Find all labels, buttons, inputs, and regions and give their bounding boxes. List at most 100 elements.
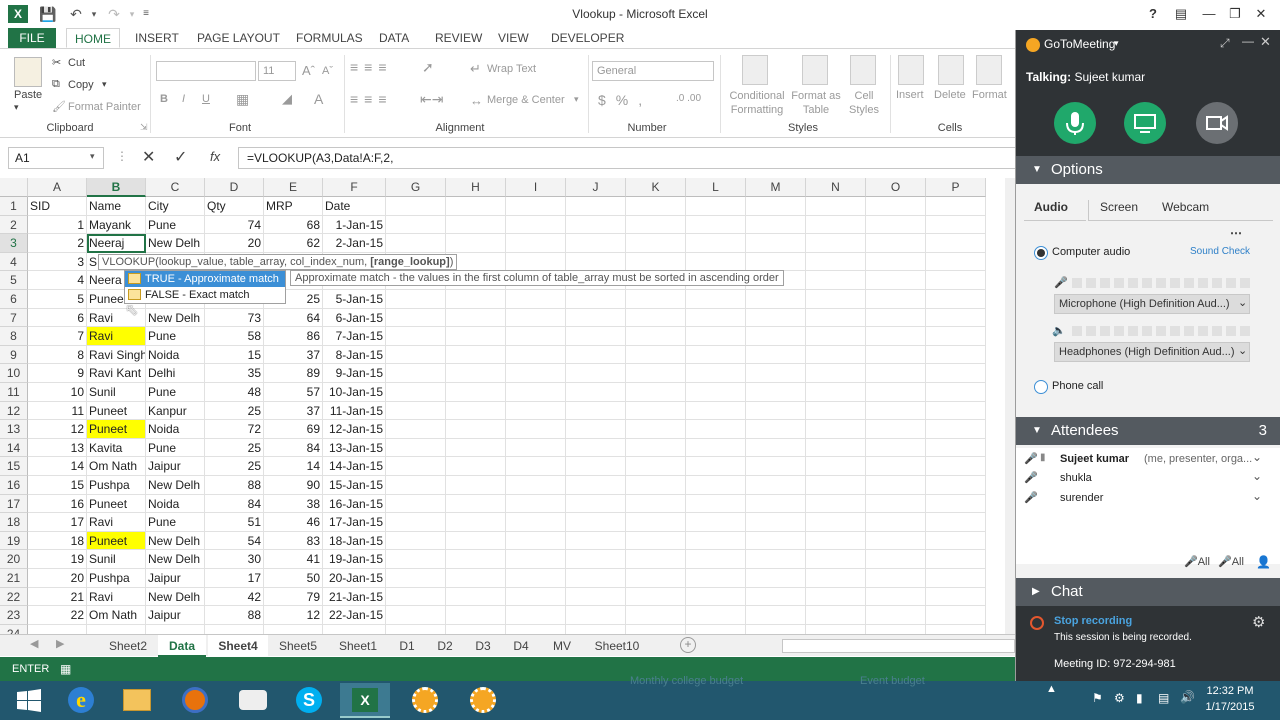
table-cell[interactable]: 25 [205,457,264,476]
insert-cells-icon[interactable] [898,55,924,85]
gtm-close-icon[interactable]: ✕ [1260,34,1271,50]
table-cell[interactable] [926,290,986,309]
table-cell[interactable]: 58 [205,327,264,346]
table-cell[interactable]: 17 [205,569,264,588]
table-cell[interactable] [866,383,926,402]
table-cell[interactable]: 57 [264,383,323,402]
table-cell[interactable]: Pune [146,438,205,458]
table-cell[interactable] [446,513,506,532]
table-cell[interactable] [386,531,446,551]
flag-icon[interactable]: ⚑ [1092,691,1103,705]
headphones-dropdown[interactable]: Headphones (High Definition Aud...) [1054,342,1250,362]
table-cell[interactable]: Jaipur [146,569,205,588]
add-sheet-icon[interactable]: + [680,637,696,653]
table-cell[interactable] [746,308,806,328]
table-cell[interactable] [446,327,506,346]
tab-review[interactable]: REVIEW [427,28,490,48]
table-cell[interactable] [506,513,566,532]
table-cell[interactable]: 8-Jan-15 [323,345,386,365]
name-box-dropdown-icon[interactable]: ▾ [90,151,95,162]
table-cell[interactable]: 51 [205,513,264,532]
table-cell[interactable] [506,327,566,346]
row-header[interactable]: 4 [0,252,28,272]
table-cell[interactable] [386,587,446,607]
table-cell[interactable]: 35 [205,364,264,383]
save-icon[interactable]: 💾 [38,4,58,24]
table-cell[interactable]: 90 [264,476,323,495]
table-cell[interactable] [566,531,626,551]
table-cell[interactable] [746,327,806,346]
autocomplete-list[interactable]: TRUE - Approximate match FALSE - Exact m… [124,270,286,304]
table-cell[interactable] [626,531,686,551]
table-cell[interactable]: Kanpur [146,401,205,421]
table-cell[interactable] [926,364,986,383]
table-cell[interactable]: 7 [28,327,87,346]
table-cell[interactable] [446,531,506,551]
table-cell[interactable]: 83 [264,531,323,551]
mute-all-button[interactable]: 🎤All [1184,555,1210,568]
table-cell[interactable] [686,438,746,458]
table-cell[interactable]: New Delh [146,476,205,495]
table-cell[interactable] [446,234,506,253]
table-cell[interactable] [866,252,926,272]
row-header[interactable]: 21 [0,569,28,588]
table-cell[interactable]: Kavita [87,438,146,458]
table-cell[interactable]: 15 [205,345,264,365]
attendee-name[interactable]: shukla [1060,472,1092,484]
table-cell[interactable] [386,476,446,495]
table-cell[interactable] [866,234,926,253]
table-cell[interactable] [626,364,686,383]
table-cell[interactable]: 6-Jan-15 [323,308,386,328]
column-header[interactable]: E [264,178,323,197]
table-cell[interactable]: 15-Jan-15 [323,476,386,495]
table-cell[interactable] [566,401,626,421]
decimal-icons[interactable]: .0 .00 [676,93,701,104]
table-cell[interactable]: 84 [264,438,323,458]
table-cell[interactable]: Ravi [87,327,146,346]
table-cell[interactable] [746,383,806,402]
table-cell[interactable] [506,252,566,272]
attendee-expand-icon[interactable]: ⌄ [1252,469,1262,483]
table-cell[interactable] [926,345,986,365]
table-cell[interactable] [386,215,446,235]
tab-insert[interactable]: INSERT [127,28,187,48]
table-cell[interactable] [686,420,746,439]
table-cell[interactable] [686,457,746,476]
table-cell[interactable] [926,234,986,253]
sheet-tab-sheet5[interactable]: Sheet5 [270,635,326,657]
borders-icon[interactable]: ▦ [236,91,249,108]
table-cell[interactable]: Ravi [87,513,146,532]
table-cell[interactable] [506,457,566,476]
table-cell[interactable] [446,550,506,569]
gtm-tab-audio[interactable]: Audio [1034,200,1068,214]
gotomeeting-taskbar-icon[interactable] [400,683,450,718]
table-cell[interactable]: 5 [28,290,87,309]
table-cell[interactable]: 2 [28,234,87,253]
table-cell[interactable]: Puneet [87,401,146,421]
table-cell[interactable] [446,569,506,588]
table-cell[interactable] [386,550,446,569]
table-cell[interactable] [926,624,986,634]
attendee-expand-icon[interactable]: ⌄ [1252,489,1262,503]
table-cell[interactable]: 21-Jan-15 [323,587,386,607]
column-header[interactable]: D [205,178,264,197]
table-cell[interactable] [506,624,566,634]
table-cell[interactable]: 46 [264,513,323,532]
paste-dropdown-icon[interactable]: ▾ [14,102,19,113]
column-header[interactable]: M [746,178,806,197]
table-cell[interactable] [566,550,626,569]
row-header[interactable]: 23 [0,606,28,625]
table-cell[interactable] [626,587,686,607]
table-cell[interactable] [386,401,446,421]
table-cell[interactable] [686,252,746,272]
row-header[interactable]: 14 [0,438,28,458]
skype-icon[interactable]: S [284,683,334,718]
table-cell[interactable]: 38 [264,494,323,514]
copy-button[interactable]: Copy [68,79,94,91]
tray-app-icon[interactable]: ⚙ [1114,691,1125,705]
row-header[interactable]: 17 [0,494,28,514]
firefox-icon[interactable] [170,683,220,718]
column-header[interactable]: G [386,178,446,197]
table-cell[interactable] [626,550,686,569]
sheet-tab-sheet4[interactable]: Sheet4 [208,635,268,657]
